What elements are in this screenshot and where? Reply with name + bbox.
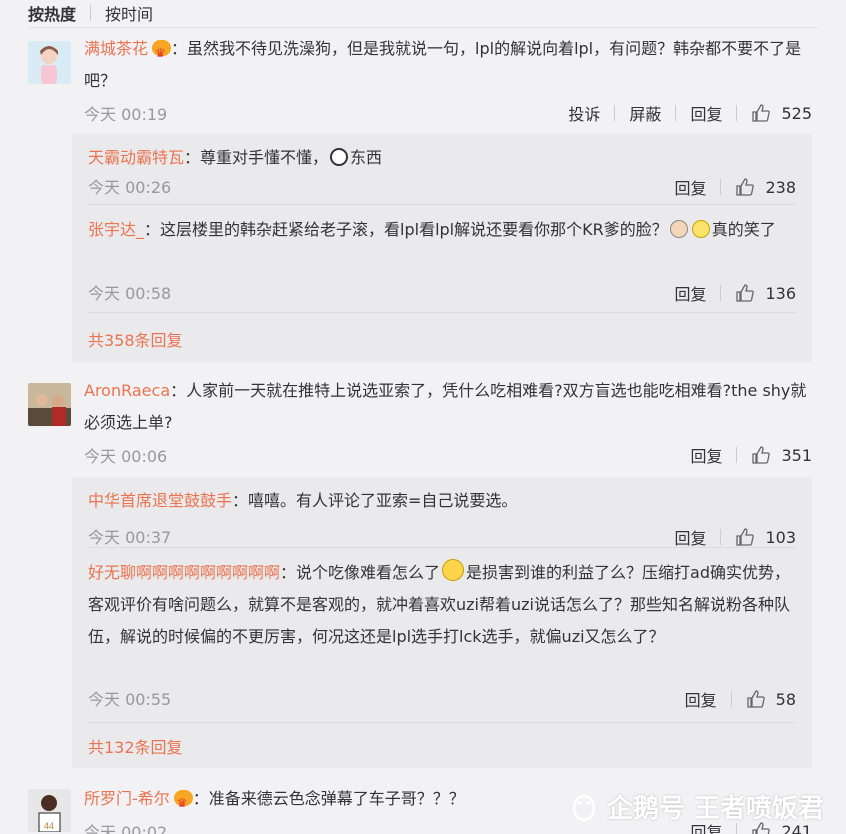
like-count: 525	[781, 103, 812, 123]
like-button[interactable]: 58	[746, 689, 796, 709]
like-button[interactable]: 103	[735, 527, 796, 547]
username[interactable]: 天霸动霸特瓦	[88, 148, 184, 167]
reply-actions: 回复 238	[674, 175, 796, 199]
like-button[interactable]: 351	[751, 445, 812, 465]
divider	[730, 691, 732, 707]
reply-text: ：尊重对手懂不懂，	[184, 148, 329, 167]
reply-item: 天霸动霸特瓦：尊重对手懂不懂， 东西 今天 00:26 回复 238	[88, 142, 796, 202]
bulb-emoji-icon	[691, 220, 710, 238]
like-count: 58	[775, 689, 796, 709]
timestamp: 今天 00:37	[88, 528, 172, 547]
divider	[88, 204, 796, 205]
divider	[90, 5, 92, 21]
ghost-emoji-icon	[330, 148, 349, 166]
reply-text: 东西	[350, 148, 383, 167]
divider	[614, 105, 616, 121]
timestamp: 今天 00:02	[84, 823, 168, 834]
reply-actions: 回复 136	[674, 281, 796, 305]
timestamp: 今天 00:06	[84, 447, 168, 466]
divider	[88, 722, 796, 723]
vip-crown-icon	[173, 787, 193, 819]
reply-text: ：说个吃像难看怎么了	[280, 563, 441, 582]
timestamp: 今天 00:55	[88, 690, 172, 709]
vip-crown-icon	[152, 37, 172, 69]
thumbs-up-icon	[752, 446, 771, 464]
reply-text: 看lpl看lpl解说还要看你那个KR爹的脸？	[384, 220, 668, 239]
reply-list: 天霸动霸特瓦：尊重对手懂不懂， 东西 今天 00:26 回复 238 张宇达_：这…	[72, 134, 812, 362]
comment-text: ：准备来德云色念弹幕了车子哥？？？	[192, 789, 465, 808]
like-count: 136	[765, 283, 796, 303]
reply-button[interactable]: 回复	[690, 101, 722, 125]
reply-actions: 回复 103	[674, 525, 796, 549]
reply-item: 中华首席退堂鼓鼓手：嘻嘻。有人评论了亚索=自己说要选。 今天 00:37 回复 …	[88, 485, 796, 548]
reply-item: 张宇达_：这层楼里的韩杂赶紧给老子滚，看lpl看lpl解说还要看你那个KR爹的脸…	[88, 214, 796, 304]
sort-by-time-tab[interactable]: 按时间	[105, 1, 153, 25]
reply-text: 真的笑了	[711, 220, 776, 239]
avatar[interactable]: 44	[28, 789, 71, 832]
like-button[interactable]: 136	[735, 283, 796, 303]
comment: 满城茶花：虽然我不待见洗澡狗，但是我就说一句，lpl的解说向着lpl，有问题？韩…	[28, 37, 812, 131]
divider	[736, 447, 738, 463]
reply-button[interactable]: 回复	[690, 443, 722, 467]
avatar[interactable]	[28, 383, 71, 426]
watermark-text: 企鹅号 王者喷饭君	[606, 794, 824, 824]
more-replies-link[interactable]: 共358条回复	[88, 327, 183, 351]
like-button[interactable]: 238	[735, 177, 796, 197]
more-replies-link[interactable]: 共132条回复	[88, 734, 183, 758]
divider	[675, 105, 677, 121]
avatar[interactable]	[28, 41, 71, 84]
block-button[interactable]: 屏蔽	[629, 101, 661, 125]
divider	[736, 105, 738, 121]
divider	[28, 27, 818, 28]
comment-actions: 回复 351	[690, 443, 812, 467]
penguin-logo-icon	[572, 794, 596, 821]
svg-text:44: 44	[44, 821, 54, 831]
thumbs-up-icon	[736, 178, 755, 196]
username[interactable]: 所罗门-希尔	[84, 789, 170, 808]
face-emoji-icon	[669, 220, 688, 238]
sort-bar: 按热度 按时间	[28, 0, 153, 26]
username[interactable]: 好无聊啊啊啊啊啊啊啊啊啊	[88, 563, 280, 582]
thumbs-up-icon	[746, 690, 765, 708]
comment-text: ：人家前一天就在推特上说选亚索了，凭什么吃相难看?双方盲选也能吃相难看?the …	[84, 381, 807, 432]
divider	[88, 547, 796, 548]
crying-emoji-icon	[442, 559, 465, 581]
reply-item: 好无聊啊啊啊啊啊啊啊啊啊：说个吃像难看怎么了 是损害到谁的利益了么？压缩打ad确实…	[88, 557, 796, 717]
watermark: 企鹅号 王者喷饭君	[569, 788, 824, 825]
divider	[88, 312, 796, 313]
sort-by-hot-tab[interactable]: 按热度	[28, 1, 76, 25]
timestamp: 今天 00:58	[88, 284, 172, 303]
like-count: 103	[765, 527, 796, 547]
username[interactable]: 中华首席退堂鼓鼓手	[88, 491, 232, 510]
thumbs-up-icon	[736, 528, 755, 546]
reply-list: 中华首席退堂鼓鼓手：嘻嘻。有人评论了亚索=自己说要选。 今天 00:37 回复 …	[72, 477, 812, 768]
like-count: 238	[765, 177, 796, 197]
reply-text: ：嘻嘻。有人评论了亚索=自己说要选。	[232, 491, 518, 510]
timestamp: 今天 00:26	[88, 178, 172, 197]
reply-button[interactable]: 回复	[685, 687, 717, 711]
reply-text: ：这层楼里的韩杂赶紧给老子滚，	[144, 220, 385, 239]
comment-actions: 投诉 屏蔽 回复 525	[568, 101, 812, 125]
timestamp: 今天 00:19	[84, 105, 168, 124]
like-count: 351	[781, 445, 812, 465]
like-button[interactable]: 525	[751, 103, 812, 123]
username[interactable]: AronRaeca	[84, 381, 170, 400]
comment: AronRaeca：人家前一天就在推特上说选亚索了，凭什么吃相难看?双方盲选也能…	[28, 381, 812, 468]
reply-actions: 回复 58	[685, 687, 796, 711]
username[interactable]: 张宇达_	[88, 220, 144, 239]
comment-text: ：虽然我不待见洗澡狗，但是我就说一句，lpl的解说向着lpl，有问题？韩杂都不要…	[84, 39, 802, 90]
divider	[720, 529, 722, 545]
divider	[720, 179, 722, 195]
username[interactable]: 满城茶花	[84, 39, 148, 58]
reply-button[interactable]: 回复	[674, 175, 706, 199]
divider	[720, 285, 722, 301]
reply-button[interactable]: 回复	[674, 281, 706, 305]
reply-button[interactable]: 回复	[674, 525, 706, 549]
report-button[interactable]: 投诉	[568, 101, 600, 125]
thumbs-up-icon	[736, 284, 755, 302]
thumbs-up-icon	[752, 104, 771, 122]
